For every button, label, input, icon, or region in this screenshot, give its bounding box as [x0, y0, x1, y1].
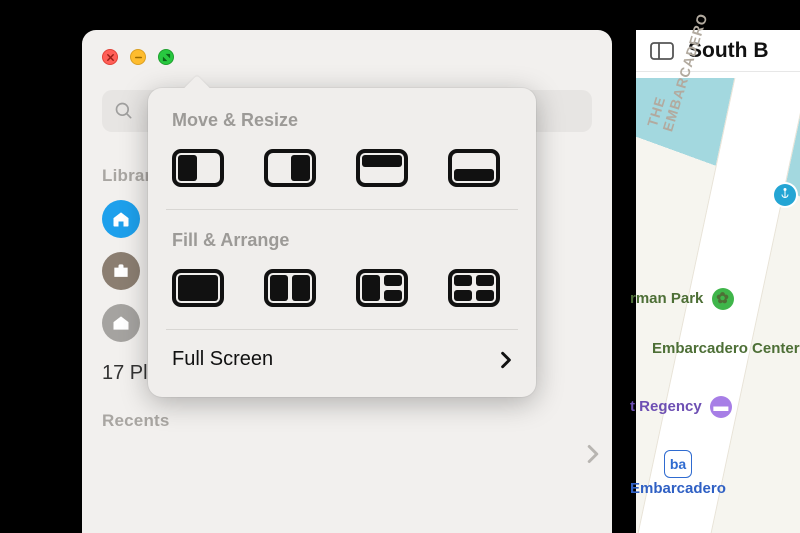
zoom-icon: [162, 53, 171, 62]
home-icon: [111, 209, 131, 229]
fill-arrange-grid: [148, 269, 536, 329]
chevron-right-icon: [500, 351, 512, 369]
fill-arrange-heading: Fill & Arrange: [148, 230, 536, 251]
tile-half-right[interactable]: [264, 149, 316, 187]
bed-icon: ▬: [710, 396, 732, 418]
place-transit[interactable]: Embarcadero: [630, 480, 726, 497]
chevron-right-icon: [586, 444, 600, 464]
tile-half-bottom[interactable]: [448, 149, 500, 187]
full-screen-label: Full Screen: [172, 348, 273, 371]
window-controls: [102, 49, 174, 65]
tile-four-grid[interactable]: [448, 269, 500, 307]
close-icon: [106, 53, 115, 62]
recents-heading: Recents: [102, 411, 452, 431]
divider: [166, 209, 518, 210]
map-canvas[interactable]: THE EMBARCADERO rman Park ✿ Embarcadero …: [636, 78, 800, 533]
tree-icon: ✿: [712, 288, 734, 310]
minimize-button[interactable]: [130, 49, 146, 65]
tile-three-up[interactable]: [356, 269, 408, 307]
tile-half-left[interactable]: [172, 149, 224, 187]
search-icon: [114, 101, 134, 121]
move-resize-heading: Move & Resize: [148, 110, 536, 131]
house-icon: [111, 313, 131, 333]
tile-two-columns[interactable]: [264, 269, 316, 307]
close-button[interactable]: [102, 49, 118, 65]
window-tiling-popover: Move & Resize Fill & Arrange: [148, 88, 536, 397]
briefcase-icon: [111, 261, 131, 281]
anchor-icon: [779, 187, 791, 199]
ferry-pin[interactable]: [774, 184, 796, 206]
map-pane[interactable]: South B 0.125 THE EMBARCADERO rman Park …: [636, 30, 800, 533]
move-resize-grid: [148, 149, 536, 209]
place-shop[interactable]: Embarcadero Center ◆: [652, 338, 800, 360]
place-park[interactable]: rman Park ✿: [630, 288, 734, 310]
bart-badge[interactable]: ba: [664, 450, 692, 478]
minimize-icon: [134, 53, 143, 62]
full-screen-item[interactable]: Full Screen: [148, 330, 536, 389]
place-hotel[interactable]: t Regency ▬: [630, 396, 732, 418]
disclosure-chevron[interactable]: [586, 444, 600, 469]
tile-fill[interactable]: [172, 269, 224, 307]
tile-half-top[interactable]: [356, 149, 408, 187]
zoom-button[interactable]: [158, 49, 174, 65]
